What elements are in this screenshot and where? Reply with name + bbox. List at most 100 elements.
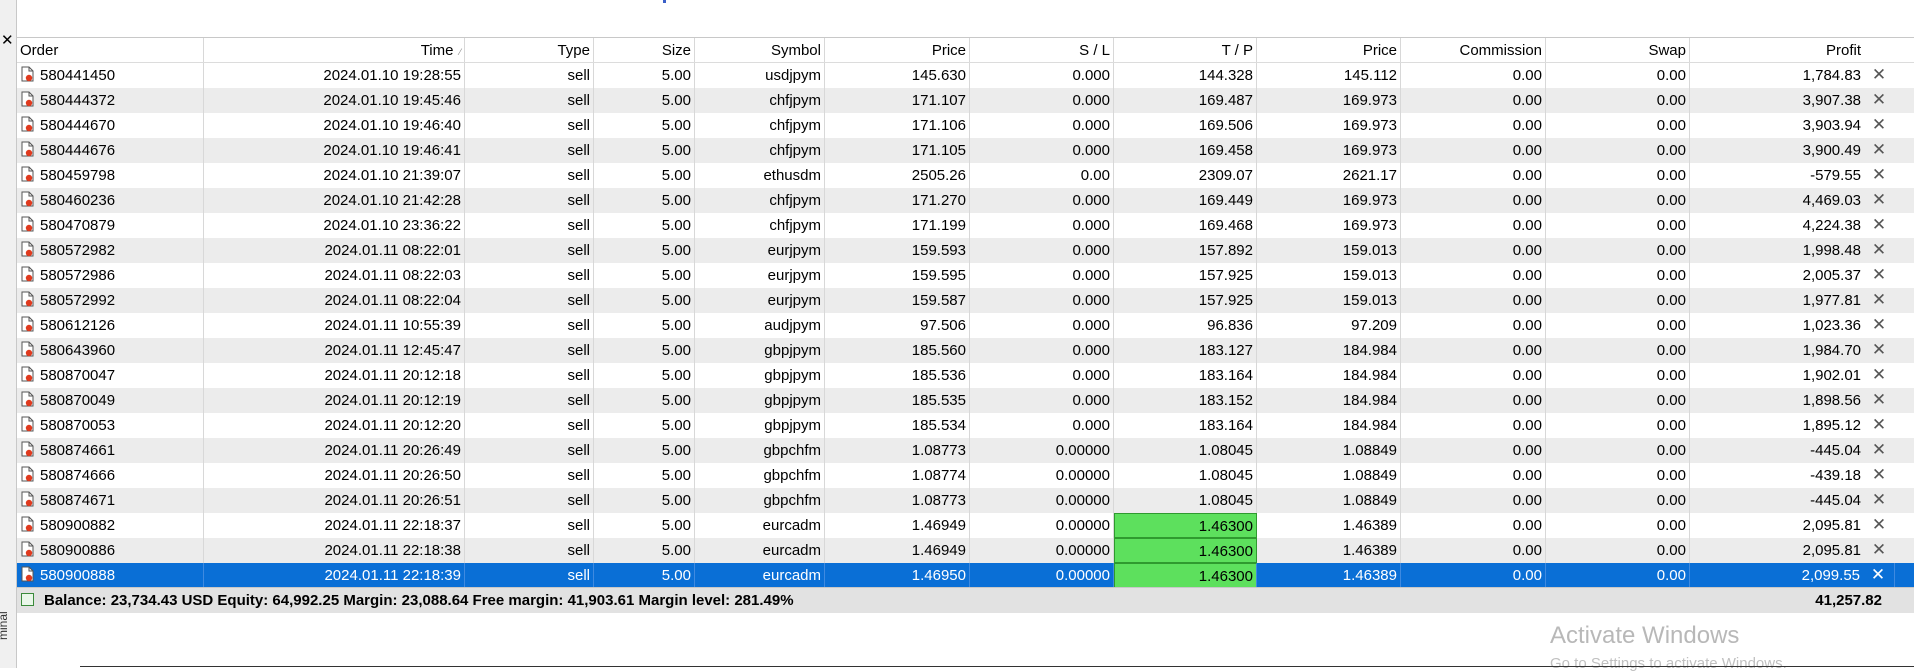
column-header-commission[interactable]: Commission [1401,38,1546,62]
close-position-icon[interactable]: ✕ [1869,163,1889,188]
table-row[interactable]: 580870047 2024.01.11 20:12:18 sell 5.00 gbpj… [17,363,1914,388]
table-row[interactable]: 580870049 2024.01.11 20:12:19 sell 5.00 gbpj… [17,388,1914,413]
cell-value: 5.00 [661,92,691,109]
table-row[interactable]: 580444372 2024.01.10 19:45:46 sell 5.00 chfj… [17,88,1914,113]
column-header-symbol[interactable]: Symbol [695,38,825,62]
close-position-icon[interactable]: ✕ [1869,213,1889,238]
close-position-icon[interactable]: ✕ [1869,63,1889,88]
cell-value: 580870047 [40,367,116,384]
cell-value: 2024.01.10 19:46:41 [323,142,461,159]
close-position-icon[interactable]: ✕ [1869,338,1889,363]
column-header-profit[interactable]: Profit [1690,38,1895,62]
sell-order-icon [21,491,34,507]
cell-value: 3,907.38 [1802,92,1861,109]
close-position-icon[interactable]: ✕ [1869,238,1889,263]
cell-profit: 1,023.36 ✕ [1690,313,1895,338]
table-row[interactable]: 580444676 2024.01.10 19:46:41 sell 5.00 chfj… [17,138,1914,163]
column-header-sl[interactable]: S / L [970,38,1114,62]
cell-value: 1.08774 [911,467,966,484]
cell-commission: 0.00 [1401,513,1546,538]
sell-order-icon [21,416,34,432]
cell-commission: 0.00 [1401,563,1546,588]
cell-profit: 1,984.70 ✕ [1690,338,1895,363]
cell-tp: 169.487 [1114,88,1257,113]
cell-value: 0.00 [1656,342,1686,359]
cell-value: 2024.01.10 19:46:40 [323,117,461,134]
cell-type: sell [465,438,594,463]
table-row[interactable]: 580874661 2024.01.11 20:26:49 sell 5.00 gbpc… [17,438,1914,463]
close-position-icon[interactable]: ✕ [1869,538,1889,563]
cell-value: 169.468 [1198,217,1253,234]
table-row[interactable]: 580572992 2024.01.11 08:22:04 sell 5.00 eurj… [17,288,1914,313]
cell-sl: 0.000 [970,63,1114,88]
cell-value: 184.984 [1342,392,1397,409]
table-row[interactable]: 580470879 2024.01.10 23:36:22 sell 5.00 chfj… [17,213,1914,238]
close-position-icon[interactable]: ✕ [1869,88,1889,113]
close-position-icon[interactable]: ✕ [1869,413,1889,438]
cell-price: 1.46950 [825,563,970,588]
cell-value: usdjpym [765,67,821,84]
cell-price: 97.506 [825,313,970,338]
cell-time: 2024.01.11 10:55:39 [204,313,465,338]
close-position-icon[interactable]: ✕ [1869,463,1889,488]
table-row[interactable]: 580900882 2024.01.11 22:18:37 sell 5.00 eurc… [17,513,1914,538]
table-row[interactable]: 580874671 2024.01.11 20:26:51 sell 5.00 gbpc… [17,488,1914,513]
column-header-swap[interactable]: Swap [1546,38,1690,62]
table-row[interactable]: 580572986 2024.01.11 08:22:03 sell 5.00 eurj… [17,263,1914,288]
close-position-icon[interactable]: ✕ [1869,188,1889,213]
cell-symbol: gbpjpym [695,363,825,388]
cell-value: 5.00 [661,317,691,334]
close-position-icon[interactable]: ✕ [1869,438,1889,463]
close-position-icon[interactable]: ✕ [1869,288,1889,313]
table-row[interactable]: 580612126 2024.01.11 10:55:39 sell 5.00 audj… [17,313,1914,338]
table-row[interactable]: 580444670 2024.01.10 19:46:40 sell 5.00 chfj… [17,113,1914,138]
sell-order-icon [21,541,34,557]
column-header-size[interactable]: Size [594,38,695,62]
cell-commission: 0.00 [1401,188,1546,213]
table-row[interactable]: 580900886 2024.01.11 22:18:38 sell 5.00 eurc… [17,538,1914,563]
close-position-icon[interactable]: ✕ [1869,313,1889,338]
close-position-icon[interactable]: ✕ [1869,363,1889,388]
table-row[interactable]: 580441450 2024.01.10 19:28:55 sell 5.00 usdj… [17,63,1914,88]
close-position-icon[interactable]: ✕ [1869,138,1889,163]
cell-price: 171.106 [825,113,970,138]
column-header-tp[interactable]: T / P [1114,38,1257,62]
cell-value: 0.00 [1656,92,1686,109]
close-position-icon[interactable]: ✕ [1869,263,1889,288]
table-row[interactable]: 580870053 2024.01.11 20:12:20 sell 5.00 gbpj… [17,413,1914,438]
cell-type: sell [465,363,594,388]
cell-value: 4,469.03 [1802,192,1861,209]
summary-expand-icon[interactable] [21,593,34,606]
cell-value: 580612126 [40,317,116,334]
table-row[interactable]: 580874666 2024.01.11 20:26:50 sell 5.00 gbpc… [17,463,1914,488]
column-header-price[interactable]: Price [825,38,970,62]
cell-value: sell [567,192,590,209]
cell-value: 2024.01.11 20:12:20 [324,417,461,434]
column-header-time[interactable]: Time ⁄ [204,38,465,62]
terminal-close-icon[interactable]: ✕ [1,33,14,48]
cell-value: 169.506 [1198,117,1253,134]
cell-profit: 1,977.81 ✕ [1690,288,1895,313]
cell-type: sell [465,113,594,138]
cell-value: -579.55 [1810,167,1861,184]
cell-swap: 0.00 [1546,263,1690,288]
table-row[interactable]: 580460236 2024.01.10 21:42:28 sell 5.00 chfj… [17,188,1914,213]
cell-symbol: chfjpym [695,188,825,213]
column-header-type[interactable]: Type [465,38,594,62]
close-position-icon[interactable]: ✕ [1869,513,1889,538]
close-position-icon[interactable]: ✕ [1868,563,1888,588]
table-row[interactable]: 580900888 2024.01.11 22:18:39 sell 5.00 eurc… [17,563,1914,588]
column-header-label: Time [420,42,454,59]
cell-type: sell [465,463,594,488]
column-header-current-price[interactable]: Price [1257,38,1401,62]
cell-value: 0.00 [1656,517,1686,534]
close-position-icon[interactable]: ✕ [1869,388,1889,413]
cell-value: 2505.26 [911,167,966,184]
column-header-label: Profit [1825,42,1861,59]
close-position-icon[interactable]: ✕ [1869,113,1889,138]
column-header-order[interactable]: Order [17,38,204,62]
table-row[interactable]: 580572982 2024.01.11 08:22:01 sell 5.00 eurj… [17,238,1914,263]
close-position-icon[interactable]: ✕ [1869,488,1889,513]
table-row[interactable]: 580643960 2024.01.11 12:45:47 sell 5.00 gbpj… [17,338,1914,363]
table-row[interactable]: 580459798 2024.01.10 21:39:07 sell 5.00 ethu… [17,163,1914,188]
